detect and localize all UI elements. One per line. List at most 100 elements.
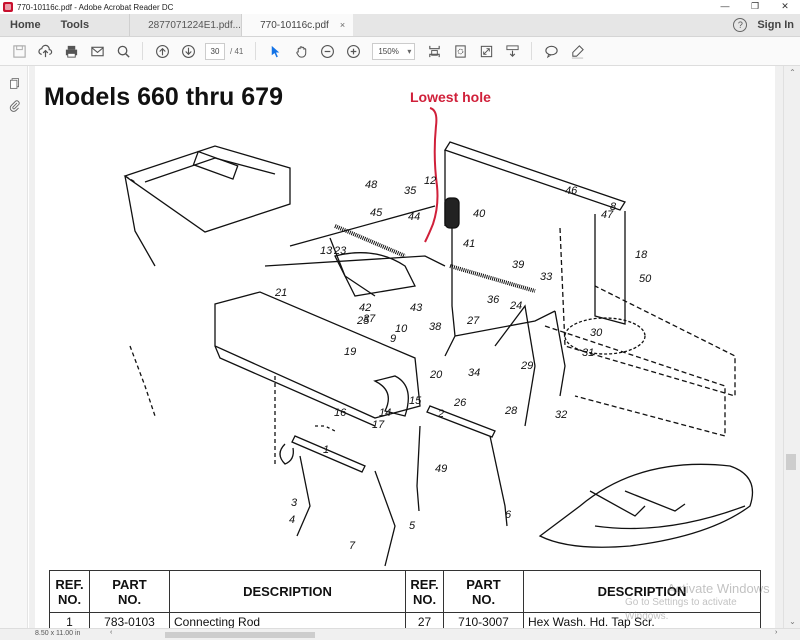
select-tool-button[interactable]: [262, 40, 288, 62]
help-icon[interactable]: ?: [733, 18, 748, 32]
save-button[interactable]: [6, 40, 32, 62]
table-row: 1 783-0103 Connecting Rod 27 710-3007 He…: [49, 612, 761, 628]
close-window-button[interactable]: ✕: [770, 0, 800, 14]
col-part-no-1: PART NO.: [89, 570, 170, 613]
callout-label-13: 13: [320, 245, 333, 257]
ref-no-cell: 27: [405, 612, 444, 628]
col-ref-no-1: REF. NO.: [49, 570, 90, 613]
attachments-button[interactable]: [0, 94, 28, 116]
vertical-scroll-thumb[interactable]: [786, 454, 796, 470]
diagram-linework: [123, 107, 754, 567]
restore-button[interactable]: ❐: [740, 0, 770, 14]
search-icon: [117, 45, 130, 58]
callout-label-18: 18: [635, 249, 648, 261]
fit-page-icon: [429, 45, 440, 57]
scroll-mode-icon: [506, 44, 519, 57]
horizontal-scroll-thumb[interactable]: [165, 632, 315, 638]
next-page-button[interactable]: [175, 40, 201, 62]
upload-button[interactable]: [32, 40, 58, 62]
callout-label-4: 4: [289, 514, 295, 526]
select-cursor-icon: [271, 45, 280, 57]
part-no-cell: 783-0103: [89, 612, 170, 628]
page-total: / 41: [230, 46, 244, 56]
callout-label-19: 19: [344, 346, 356, 358]
callout-label-29: 29: [520, 360, 533, 372]
zoom-in-icon: [346, 44, 360, 58]
callout-label-16: 16: [334, 407, 347, 419]
callout-label-20: 20: [429, 369, 443, 381]
sign-in-link[interactable]: Sign In: [757, 19, 794, 31]
callout-label-43: 43: [410, 302, 423, 314]
tab-document-2[interactable]: 770-10116c.pdf ×: [241, 14, 354, 36]
prev-page-button[interactable]: [149, 40, 175, 62]
callout-label-24: 24: [509, 300, 522, 312]
ref-no-cell: 1: [49, 612, 90, 628]
tab-home[interactable]: Home: [0, 14, 51, 36]
print-button[interactable]: [58, 40, 84, 62]
toolbar-divider: [531, 42, 533, 60]
horizontal-scrollbar[interactable]: 8.50 x 11.00 in ‹ ›: [0, 628, 800, 640]
callout-label-35: 35: [404, 185, 417, 197]
zoom-level-dropdown[interactable]: 150%: [372, 42, 416, 60]
callout-label-30: 30: [590, 327, 603, 339]
scroll-up-arrow[interactable]: ⌃: [784, 68, 800, 77]
description-cell: Connecting Rod: [169, 612, 406, 628]
page-thumbnails-icon: [9, 77, 19, 89]
callout-label-21: 21: [274, 287, 287, 299]
rotate-button[interactable]: [447, 40, 473, 62]
page-number-input[interactable]: 30: [205, 42, 225, 60]
callout-label-1: 1: [323, 444, 329, 456]
next-page-icon: [181, 44, 195, 58]
attachments-icon: [9, 99, 20, 112]
zoom-out-button[interactable]: [314, 40, 340, 62]
callout-label-33: 33: [540, 271, 553, 283]
callout-label-36: 36: [487, 294, 500, 306]
lowest-hole-annotation: Lowest hole: [410, 89, 491, 105]
window-titlebar: 770-10116c.pdf - Adobe Acrobat Reader DC…: [0, 0, 800, 14]
callout-label-32: 32: [555, 409, 567, 421]
callout-label-14: 14: [379, 407, 391, 419]
pdf-page: Models 660 thru 679 Lowest hole 1 2 3 4 …: [35, 66, 775, 628]
prev-page-icon: [155, 44, 169, 58]
comment-button[interactable]: [538, 40, 564, 62]
search-button[interactable]: [110, 40, 136, 62]
highlight-button[interactable]: [564, 40, 590, 62]
zoom-in-button[interactable]: [340, 40, 366, 62]
parts-table: REF. NO. PART NO. DESCRIPTION REF. NO. PART…: [49, 570, 761, 628]
callout-label-42: 42: [359, 302, 371, 314]
fit-page-button[interactable]: [421, 40, 447, 62]
tab-document-1-label: 2877071224E1.pdf...: [148, 19, 241, 31]
scroll-left-arrow[interactable]: ‹: [110, 629, 112, 636]
parts-table-header: REF. NO. PART NO. DESCRIPTION REF. NO. PART…: [49, 570, 761, 613]
print-icon: [65, 45, 77, 58]
fullscreen-icon: [480, 45, 493, 57]
document-viewer: Models 660 thru 679 Lowest hole 1 2 3 4 …: [29, 66, 783, 628]
window-title: 770-10116c.pdf - Adobe Acrobat Reader DC: [17, 2, 174, 12]
callout-label-44: 44: [408, 211, 420, 223]
hand-tool-button[interactable]: [288, 40, 314, 62]
callout-label-17: 17: [372, 419, 385, 431]
description-cell: Hex Wash. Hd. Tap Scr.: [523, 612, 761, 628]
tab-document-2-label: 770-10116c.pdf: [260, 19, 329, 31]
callout-label-5: 5: [409, 520, 416, 532]
upload-cloud-icon: [37, 44, 52, 57]
col-part-no-2: PART NO.: [443, 570, 524, 613]
tab-tools[interactable]: Tools: [51, 14, 130, 36]
minimize-button[interactable]: —: [710, 0, 740, 14]
email-button[interactable]: [84, 40, 110, 62]
email-icon: [90, 46, 104, 56]
scroll-right-arrow[interactable]: ›: [775, 629, 777, 636]
vertical-scrollbar[interactable]: ⌃ ⌄: [783, 66, 800, 628]
col-description-2: DESCRIPTION: [523, 570, 761, 613]
callout-label-28: 28: [504, 405, 518, 417]
close-tab-icon[interactable]: ×: [340, 20, 345, 30]
comment-icon: [545, 45, 558, 58]
part-no-cell: 710-3007: [443, 612, 524, 628]
scroll-mode-button[interactable]: [499, 40, 525, 62]
page-thumbnails-button[interactable]: [0, 72, 28, 94]
tab-document-1[interactable]: 2877071224E1.pdf...: [129, 14, 241, 36]
scroll-down-arrow[interactable]: ⌄: [784, 617, 800, 626]
fullscreen-button[interactable]: [473, 40, 499, 62]
callout-label-46: 46: [565, 185, 578, 197]
callout-label-50: 50: [639, 273, 652, 285]
